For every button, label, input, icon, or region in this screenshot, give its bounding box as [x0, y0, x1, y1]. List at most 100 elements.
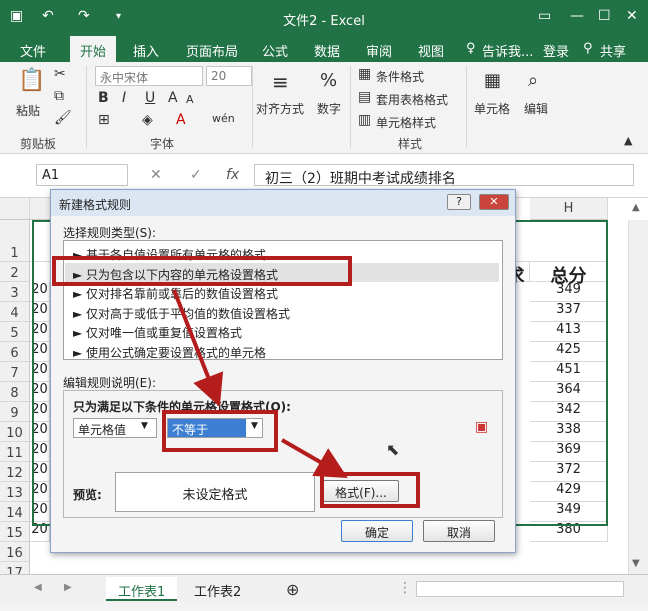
tab-data[interactable]: 数据	[314, 41, 340, 60]
row-header[interactable]: 1	[0, 220, 30, 262]
cells-icon[interactable]: ▦	[484, 70, 501, 91]
conditional-format-button[interactable]: 条件格式	[376, 68, 424, 85]
rule-type-item[interactable]: ► 仅对唯一值或重复值设置格式	[65, 321, 499, 340]
tell-me-box[interactable]: 告诉我...	[482, 41, 533, 60]
total-cell[interactable]: 451	[530, 362, 608, 382]
dialog-close-button[interactable]: ✕	[479, 194, 509, 210]
cell-a[interactable]: 20	[30, 462, 50, 482]
table-format-icon[interactable]: ▤	[358, 89, 371, 105]
cell-style-button[interactable]: 单元格样式	[376, 114, 436, 131]
total-cell[interactable]: 369	[530, 442, 608, 462]
total-cell[interactable]: 372	[530, 462, 608, 482]
tab-split-icon[interactable]: ⋮	[398, 580, 412, 596]
tab-file[interactable]: 文件	[20, 41, 46, 60]
cell-style-icon[interactable]: ▥	[358, 112, 371, 128]
cell-a[interactable]: 20	[30, 502, 50, 522]
cells-label[interactable]: 单元格	[474, 100, 510, 117]
row-header[interactable]: 11	[0, 442, 30, 462]
close-window-icon[interactable]: ✕	[626, 8, 638, 24]
row-header[interactable]: 10	[0, 422, 30, 442]
editing-label[interactable]: 编辑	[524, 100, 548, 117]
tab-page-layout[interactable]: 页面布局	[186, 41, 238, 60]
row-header[interactable]: 8	[0, 382, 30, 402]
insert-function-icon[interactable]: fx	[226, 167, 239, 183]
share-button[interactable]: 共享	[600, 41, 626, 60]
italic-button[interactable]: I	[122, 90, 126, 106]
horizontal-scrollbar[interactable]	[416, 581, 624, 597]
row-header[interactable]: 7	[0, 362, 30, 382]
tab-formulas[interactable]: 公式	[262, 41, 288, 60]
paste-label[interactable]: 粘贴	[16, 102, 40, 119]
minimize-icon[interactable]: —	[570, 8, 584, 24]
conditional-format-icon[interactable]: ▦	[358, 66, 371, 82]
total-cell[interactable]: 349	[530, 502, 608, 522]
font-name-combo[interactable]: 永中宋体	[95, 66, 203, 86]
range-picker-icon[interactable]: ▣	[475, 419, 488, 435]
cell-a[interactable]: 20	[30, 402, 50, 422]
cut-icon[interactable]: ✂	[54, 66, 66, 82]
total-cell[interactable]: 380	[530, 522, 608, 542]
dialog-help-button[interactable]: ?	[447, 194, 471, 210]
column-header-h[interactable]: H	[530, 198, 608, 220]
chevron-down-icon[interactable]: ▼	[141, 421, 148, 431]
row-header[interactable]: 15	[0, 522, 30, 542]
scroll-up-icon[interactable]: ▲	[632, 202, 640, 213]
percent-icon[interactable]: %	[320, 70, 337, 91]
vertical-scrollbar[interactable]	[628, 220, 648, 574]
copy-icon[interactable]: ⧉	[54, 88, 64, 104]
total-cell[interactable]: 342	[530, 402, 608, 422]
phonetic-icon[interactable]: wén	[212, 112, 235, 125]
font-shrink-icon[interactable]: A	[186, 93, 194, 106]
total-cell[interactable]: 338	[530, 422, 608, 442]
alignment-label[interactable]: 对齐方式	[256, 100, 304, 117]
sheet-tab-1[interactable]: 工作表1	[106, 577, 178, 601]
row-header[interactable]: 9	[0, 402, 30, 422]
cell-a[interactable]: 20	[30, 282, 50, 302]
row-header[interactable]: 14	[0, 502, 30, 522]
total-cell[interactable]: 425	[530, 342, 608, 362]
fill-color-icon[interactable]: ◈	[142, 112, 153, 128]
font-grow-icon[interactable]: A	[168, 90, 178, 106]
row-header[interactable]: 4	[0, 302, 30, 322]
total-cell[interactable]: 337	[530, 302, 608, 322]
borders-icon[interactable]: ⊞	[98, 112, 110, 128]
cancel-formula-icon[interactable]: ✕	[150, 167, 162, 183]
bold-button[interactable]: B	[98, 90, 109, 106]
cell-a[interactable]: 20	[30, 522, 50, 542]
row-header[interactable]: 2	[0, 262, 30, 282]
cell-a[interactable]: 20	[30, 482, 50, 502]
row-header[interactable]: 5	[0, 322, 30, 342]
rule-type-item[interactable]: ► 仅对高于或低于平均值的数值设置格式	[65, 302, 499, 321]
total-cell[interactable]: 349	[530, 282, 608, 302]
paste-icon[interactable]: 📋	[18, 68, 45, 93]
tab-insert[interactable]: 插入	[133, 41, 159, 60]
underline-button[interactable]: U	[145, 90, 155, 106]
cell-a[interactable]: 20	[30, 382, 50, 402]
prev-sheet-icon[interactable]: ◀	[34, 582, 42, 593]
cell-a[interactable]: 20	[30, 322, 50, 342]
find-icon[interactable]: ⌕	[528, 70, 538, 91]
ribbon-display-icon[interactable]: ▭	[538, 8, 551, 24]
select-all-corner[interactable]	[0, 198, 30, 220]
sign-in-link[interactable]: 登录	[543, 41, 569, 60]
sheet-tab-2[interactable]: 工作表2	[182, 577, 253, 601]
alignment-icon[interactable]: ≡	[272, 70, 289, 94]
format-painter-icon[interactable]: 🖌	[54, 110, 72, 126]
row-header[interactable]: 3	[0, 282, 30, 302]
total-header-cell[interactable]: 总分	[530, 262, 608, 287]
name-box[interactable]: A1	[36, 164, 128, 186]
cell-a[interactable]: 20	[30, 442, 50, 462]
cell-a[interactable]: 20	[30, 302, 50, 322]
row-header[interactable]: 12	[0, 462, 30, 482]
font-size-combo[interactable]: 20	[206, 66, 252, 86]
row-header[interactable]: 16	[0, 542, 30, 562]
tab-view[interactable]: 视图	[418, 41, 444, 60]
row-header[interactable]: 6	[0, 342, 30, 362]
total-cell[interactable]: 364	[530, 382, 608, 402]
ok-button[interactable]: 确定	[341, 520, 413, 542]
number-label[interactable]: 数字	[317, 100, 341, 117]
maximize-icon[interactable]: ☐	[598, 8, 611, 24]
cell-a[interactable]: 20	[30, 362, 50, 382]
enter-formula-icon[interactable]: ✓	[190, 167, 202, 183]
font-color-icon[interactable]: A	[176, 112, 186, 128]
